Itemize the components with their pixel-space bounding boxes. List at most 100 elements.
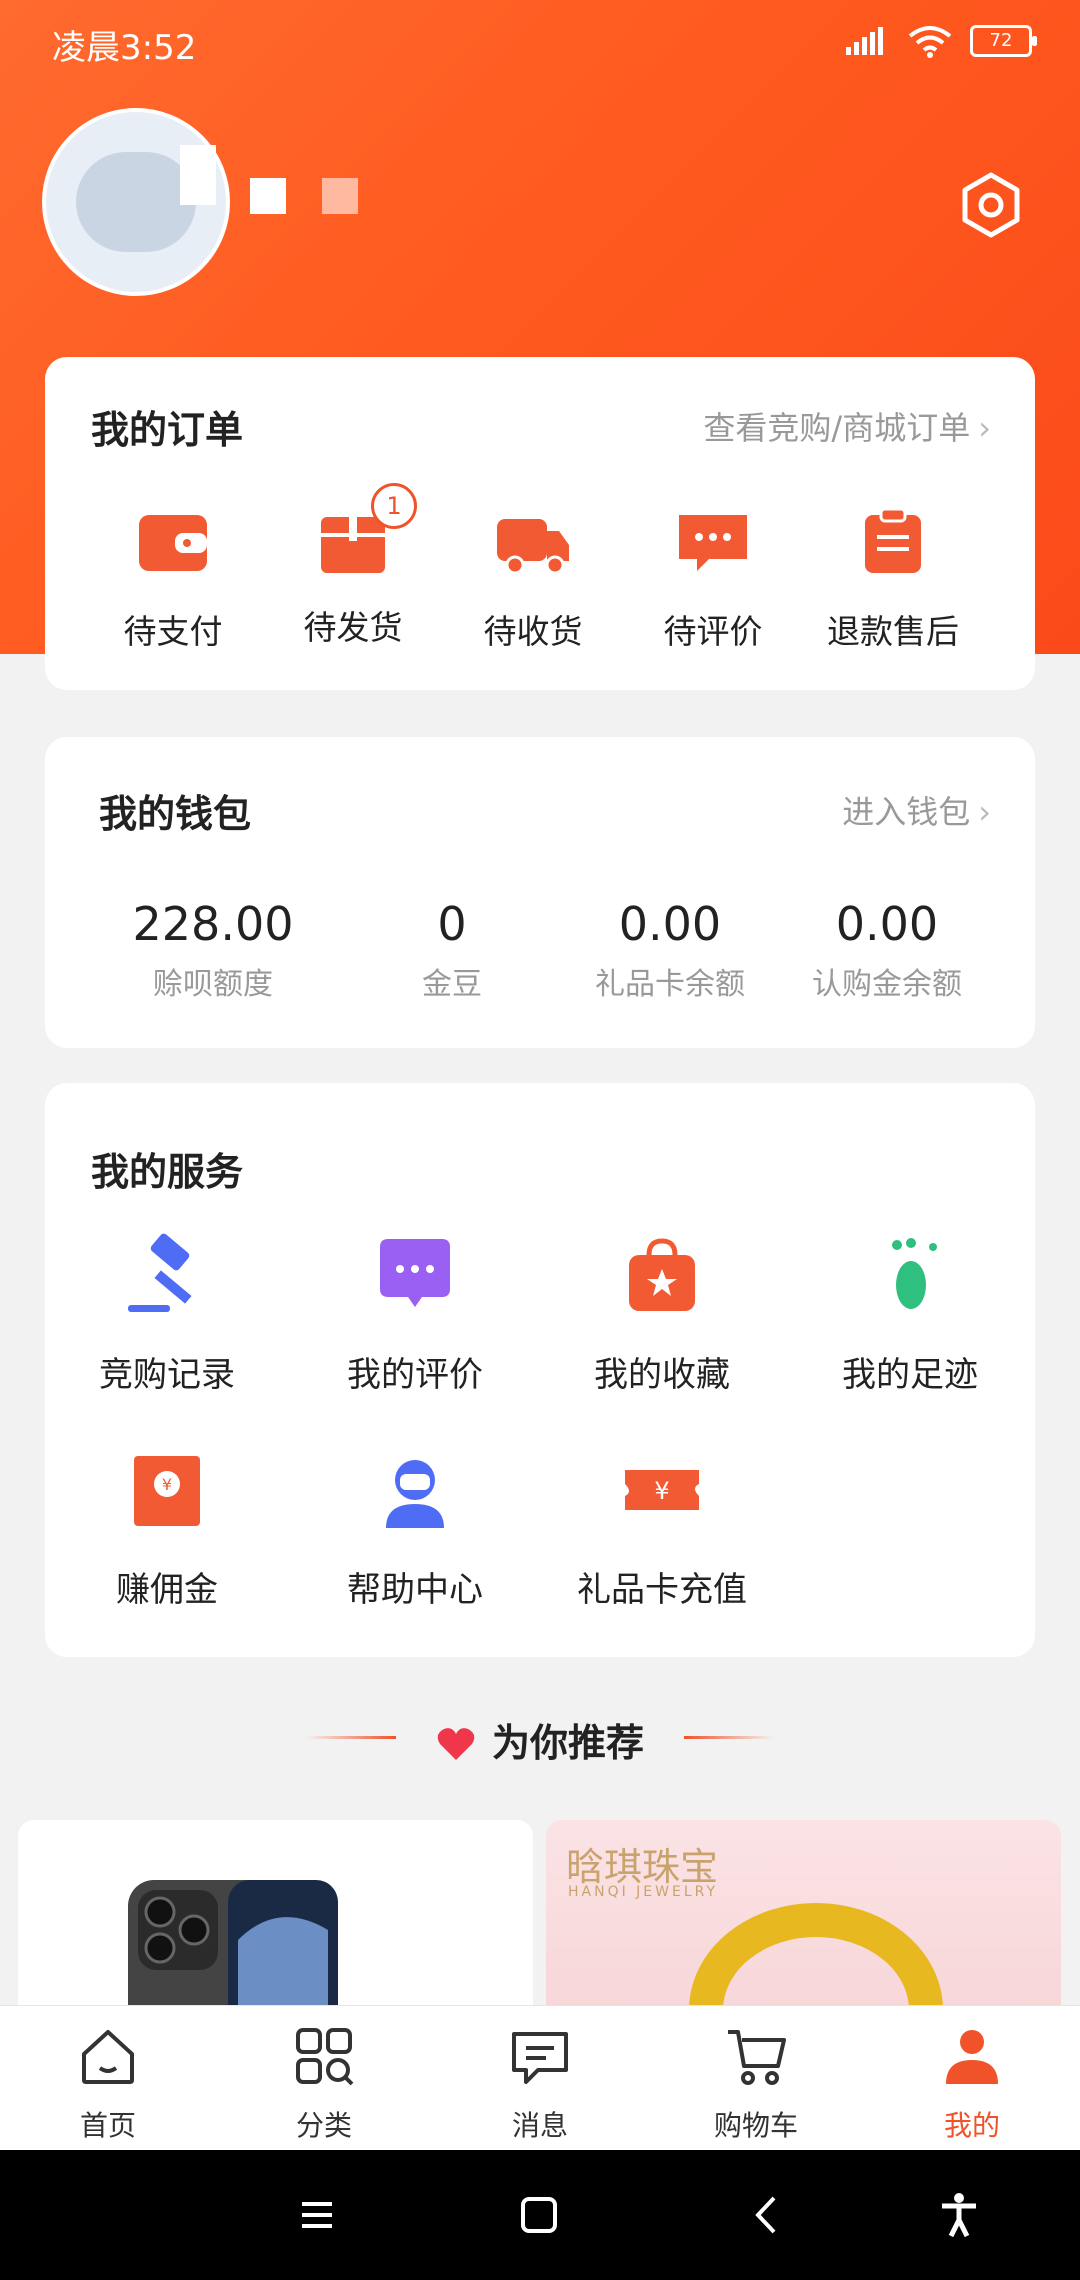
wallet-gold-beans[interactable]: 0 金豆	[342, 897, 562, 1003]
svg-text:¥: ¥	[162, 1475, 172, 1494]
status-icons: 72	[846, 24, 1037, 58]
order-pending-shipment[interactable]: 1 待发货	[283, 483, 423, 649]
service-label: 赚佣金	[116, 1570, 218, 1610]
orders-card: 我的订单 查看竞购/商城订单 › 待支付 1 待发货 待收货 待评价 退款售后	[45, 357, 1035, 690]
service-help-center[interactable]: 帮助中心	[315, 1448, 515, 1611]
settings-icon[interactable]	[958, 172, 1024, 238]
service-footprints[interactable]: 我的足迹	[810, 1233, 1010, 1396]
recommend-title: 为你推荐	[491, 1721, 644, 1765]
battery-indicator: 72	[970, 25, 1037, 57]
service-label: 我的足迹	[842, 1355, 978, 1395]
status-bar: 凌晨3:52 72	[0, 0, 1080, 90]
order-pending-receipt[interactable]: 待收货	[463, 507, 603, 653]
shipment-badge: 1	[371, 483, 417, 529]
tab-messages[interactable]: 消息	[460, 2024, 620, 2144]
support-agent-icon	[386, 1460, 444, 1528]
tab-me[interactable]: 我的	[892, 2024, 1052, 2144]
service-label: 我的收藏	[594, 1355, 730, 1395]
order-label: 待收货	[483, 612, 583, 651]
view-orders-link[interactable]: 查看竞购/商城订单 ›	[703, 403, 991, 449]
box-icon-wrap: 1	[313, 483, 417, 577]
bottom-tab-bar: 首页 分类 消息 购物车 我的	[0, 2005, 1080, 2151]
product-image	[128, 1880, 338, 2020]
service-label: 帮助中心	[347, 1570, 483, 1610]
chevron-right-icon: ›	[978, 793, 991, 831]
wallet-subscription[interactable]: 0.00 认购金余额	[777, 897, 997, 1003]
services-title: 我的服务	[91, 1150, 244, 1194]
grid-icon	[296, 2028, 354, 2086]
gavel-icon	[128, 1233, 192, 1312]
enter-wallet-link[interactable]: 进入钱包 ›	[842, 787, 991, 833]
order-pending-review[interactable]: 待评价	[643, 507, 783, 653]
product-card[interactable]: 晗琪珠宝 HANQI JEWELRY	[546, 1820, 1061, 2020]
truck-icon	[497, 519, 569, 575]
tab-label: 消息	[511, 2109, 568, 2142]
tab-home[interactable]: 首页	[28, 2024, 188, 2144]
menu-icon[interactable]	[292, 2190, 342, 2240]
wallet-value: 0	[437, 897, 467, 951]
wallet-value: 0.00	[618, 897, 722, 951]
bag-star-icon	[629, 1238, 695, 1311]
profile-page: 凌晨3:52 72 我的订单 查看竞购/商城订单 › 待支付 1 待发货 待收货…	[0, 0, 1080, 2280]
product-image	[689, 1903, 943, 2020]
order-label: 待支付	[123, 612, 223, 651]
tab-label: 我的	[943, 2109, 1000, 2142]
service-my-reviews[interactable]: 我的评价	[315, 1233, 515, 1396]
wifi-icon	[908, 26, 952, 58]
home-icon	[82, 2030, 134, 2084]
orders-title: 我的订单	[91, 408, 244, 452]
tab-label: 分类	[295, 2109, 352, 2142]
product-card[interactable]	[18, 1820, 533, 2020]
system-navigation-bar	[0, 2150, 1080, 2280]
wallet-credit[interactable]: 228.00 赊呗额度	[103, 897, 323, 1003]
service-label: 竞购记录	[99, 1355, 235, 1395]
order-refund[interactable]: 退款售后	[823, 507, 963, 653]
wallet-caption: 礼品卡余额	[595, 967, 745, 1002]
back-icon[interactable]	[742, 2190, 792, 2240]
tab-label: 首页	[79, 2109, 136, 2142]
tab-category[interactable]: 分类	[244, 2024, 404, 2144]
footprint-icon	[892, 1238, 937, 1309]
clipboard-icon	[865, 507, 921, 573]
chat-icon	[679, 515, 747, 571]
wallet-value: 228.00	[132, 897, 294, 951]
enter-wallet-label: 进入钱包	[842, 793, 971, 831]
service-bid-records[interactable]: 竞购记录	[67, 1233, 267, 1396]
cart-icon	[728, 2030, 786, 2085]
recommend-heading: 为你推荐	[0, 1712, 1080, 1767]
red-envelope-icon: ¥	[134, 1456, 200, 1526]
wallet-value: 0.00	[835, 897, 939, 951]
ticket-icon: ¥	[625, 1470, 699, 1510]
username-mask	[250, 178, 286, 214]
service-label: 礼品卡充值	[577, 1570, 747, 1610]
service-favorites[interactable]: 我的收藏	[562, 1233, 762, 1396]
message-icon	[512, 2032, 568, 2084]
home-square-icon[interactable]	[514, 2190, 564, 2240]
wallet-caption: 金豆	[422, 967, 482, 1002]
service-gift-card-topup[interactable]: ¥ 礼品卡充值	[562, 1448, 762, 1611]
service-earn-commission[interactable]: ¥ 赚佣金	[67, 1448, 267, 1611]
order-pending-payment[interactable]: 待支付	[103, 507, 243, 653]
username-mask	[322, 178, 358, 214]
svg-text:¥: ¥	[654, 1477, 669, 1505]
wallet-gift-card[interactable]: 0.00 礼品卡余额	[560, 897, 780, 1003]
wallet-caption: 认购金余额	[812, 967, 962, 1002]
wallet-title: 我的钱包	[99, 792, 252, 836]
status-time: 凌晨3:52	[52, 28, 197, 68]
tab-label: 购物车	[713, 2109, 798, 2142]
service-label: 我的评价	[347, 1355, 483, 1395]
tab-cart[interactable]: 购物车	[676, 2024, 836, 2144]
user-icon	[946, 2030, 998, 2084]
order-label: 待发货	[303, 608, 403, 647]
accessibility-icon[interactable]	[934, 2190, 984, 2240]
username-mask	[180, 145, 216, 205]
wallet-caption: 赊呗额度	[153, 967, 273, 1002]
services-card: 我的服务 竞购记录 我的评价 我的收藏 我的足迹 ¥ 赚佣金 帮助中心 ¥ 礼品…	[45, 1083, 1035, 1657]
comment-icon	[380, 1239, 450, 1307]
wallet-icon	[139, 515, 207, 571]
order-label: 退款售后	[827, 612, 959, 651]
wallet-card: 我的钱包 进入钱包 › 228.00 赊呗额度 0 金豆 0.00 礼品卡余额 0…	[45, 737, 1035, 1048]
view-orders-label: 查看竞购/商城订单	[703, 409, 971, 447]
heart-icon	[437, 1728, 475, 1760]
signal-icon	[846, 27, 883, 55]
